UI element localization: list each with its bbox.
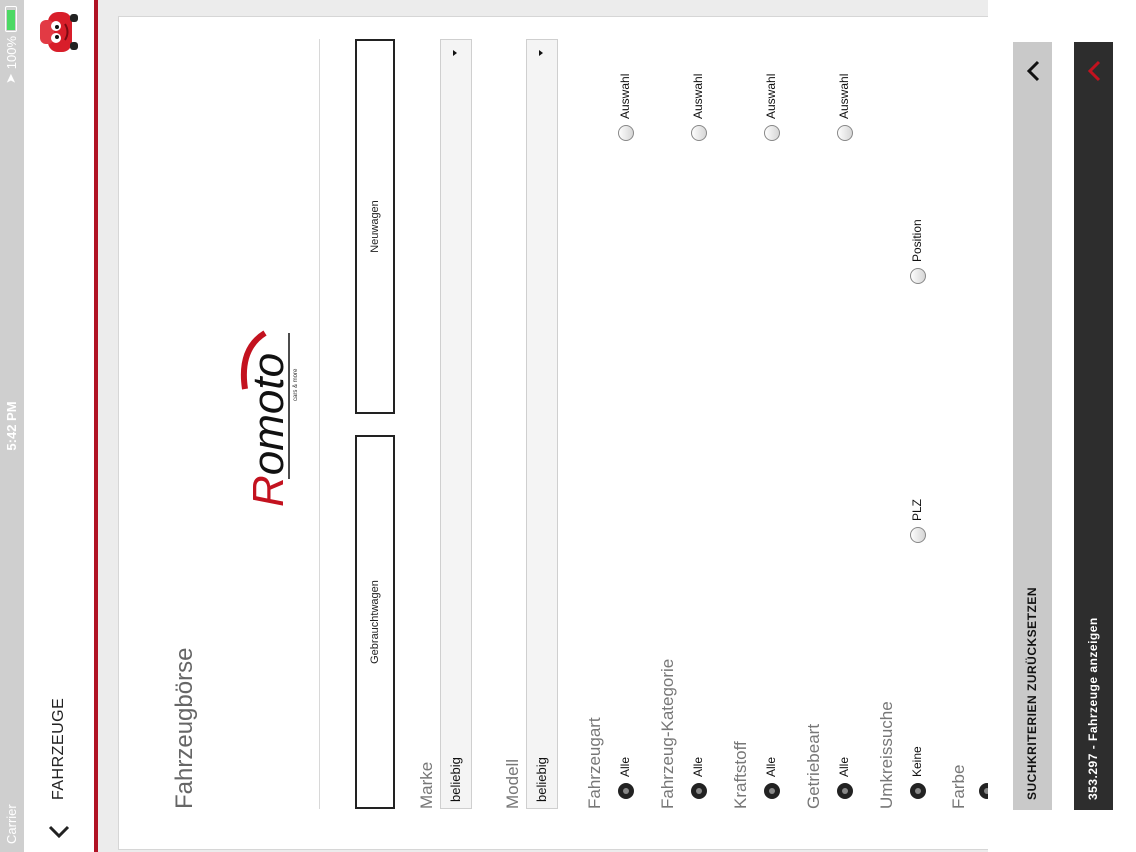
marke-select[interactable]: beliebig xyxy=(440,39,472,809)
form-area: Fahrzeugbörse Romoto cars & more Gebrauc… xyxy=(98,0,995,852)
kraftstoff-auswahl-label: Auswahl xyxy=(764,73,778,119)
status-bar: Carrier 5:42 PM ➤ 100% xyxy=(0,0,24,852)
page-title: Fahrzeugbörse xyxy=(171,647,198,809)
kraftstoff-alle-radio[interactable] xyxy=(764,783,780,799)
back-chevron-icon[interactable] xyxy=(44,816,74,846)
car-mascot-icon xyxy=(40,12,78,52)
chevron-up-icon xyxy=(1026,60,1040,82)
umkreis-position-label: Position xyxy=(910,219,924,262)
nav-bar: FAHRZEUGE xyxy=(24,0,98,852)
modell-select[interactable]: beliebig xyxy=(526,39,558,809)
getriebeart-auswahl-label: Auswahl xyxy=(837,73,851,119)
battery-icon xyxy=(5,6,17,32)
header-divider xyxy=(319,39,320,809)
umkreis-keine-radio[interactable] xyxy=(910,783,926,799)
reset-criteria-button[interactable]: SUCHKRITERIEN ZURÜCKSETZEN xyxy=(1013,42,1052,810)
kategorie-auswahl-radio[interactable] xyxy=(691,125,707,141)
neuwagen-button[interactable]: Neuwagen xyxy=(355,39,395,414)
nav-title: FAHRZEUGE xyxy=(50,697,67,800)
kraftstoff-label: Kraftstoff xyxy=(731,741,750,809)
rotated-content: Carrier 5:42 PM ➤ 100% FAHRZEUGE Fahrzeu… xyxy=(0,0,1136,852)
umkreissuche-label: Umkreissuche xyxy=(877,701,896,809)
farbe-label: Farbe xyxy=(949,764,968,809)
fahrzeugart-alle-label: Alle xyxy=(618,756,632,777)
kategorie-alle-radio[interactable] xyxy=(691,783,707,799)
chevron-up-icon xyxy=(1087,60,1101,82)
kategorie-auswahl-label: Auswahl xyxy=(691,73,705,119)
fahrzeugart-auswahl-radio[interactable] xyxy=(618,125,634,141)
umkreis-keine-label: Keine xyxy=(910,746,924,777)
show-vehicles-label: 353.297 - Fahrzeuge anzeigen xyxy=(1086,617,1100,800)
gebrauchtwagen-button[interactable]: Gebrauchtwagen xyxy=(355,435,395,809)
getriebeart-alle-label: Alle xyxy=(837,756,851,777)
status-right: ➤ 100% xyxy=(3,6,19,84)
app-screen: Carrier 5:42 PM ➤ 100% FAHRZEUGE Fahrzeu… xyxy=(0,0,1136,852)
romoto-logo: Romoto cars & more xyxy=(240,330,299,507)
marke-value: beliebig xyxy=(448,757,463,802)
kategorie-alle-label: Alle xyxy=(691,756,705,777)
action-strip xyxy=(988,0,1136,852)
modell-label: Modell xyxy=(503,758,522,809)
kategorie-label: Fahrzeug-Kategorie xyxy=(658,658,677,809)
fahrzeugart-auswahl-label: Auswahl xyxy=(618,73,632,119)
fahrzeugart-label: Fahrzeugart xyxy=(585,717,604,809)
reset-criteria-label: SUCHKRITERIEN ZURÜCKSETZEN xyxy=(1025,586,1039,800)
umkreis-plz-label: PLZ xyxy=(910,498,924,521)
modell-value: beliebig xyxy=(534,757,549,802)
location-icon: ➤ xyxy=(3,73,18,85)
getriebeart-label: Getriebeart xyxy=(804,723,823,809)
kraftstoff-auswahl-radio[interactable] xyxy=(764,125,780,141)
status-time: 5:42 PM xyxy=(4,401,19,451)
svg-text:cars & more: cars & more xyxy=(293,368,299,401)
kraftstoff-alle-label: Alle xyxy=(764,756,778,777)
umkreis-position-radio[interactable] xyxy=(910,268,926,284)
show-vehicles-button[interactable]: 353.297 - Fahrzeuge anzeigen xyxy=(1074,42,1113,810)
dropdown-caret-icon xyxy=(453,50,457,56)
umkreis-plz-radio[interactable] xyxy=(910,527,926,543)
search-form-card: Fahrzeugbörse Romoto cars & more Gebrauc… xyxy=(118,16,995,850)
dropdown-caret-icon xyxy=(539,50,543,56)
battery-percent: 100% xyxy=(3,36,19,70)
getriebeart-auswahl-radio[interactable] xyxy=(837,125,853,141)
fahrzeugart-alle-radio[interactable] xyxy=(618,783,634,799)
svg-text:Romoto: Romoto xyxy=(244,353,293,507)
getriebeart-alle-radio[interactable] xyxy=(837,783,853,799)
marke-label: Marke xyxy=(417,761,436,809)
